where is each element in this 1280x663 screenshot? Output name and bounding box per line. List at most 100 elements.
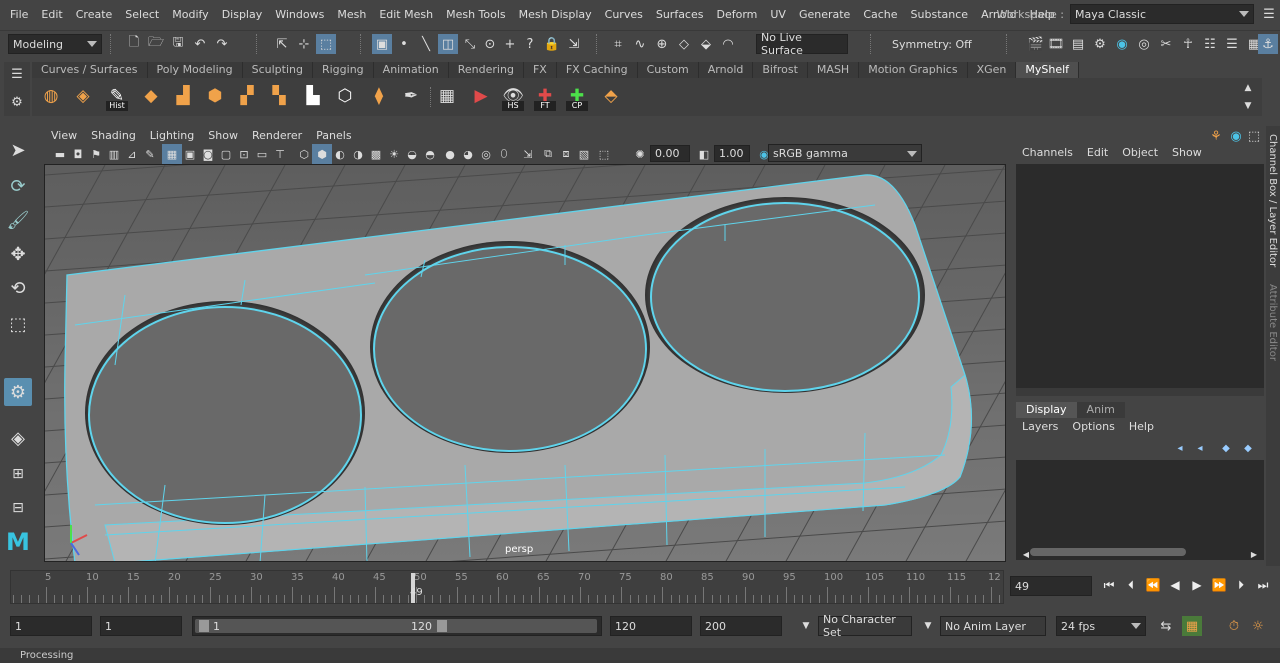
open-scene-icon[interactable]: 🗁	[146, 34, 166, 54]
workspace-menu-icon[interactable]: ☰	[1258, 4, 1280, 24]
render-view-icon[interactable]: ◎	[1134, 34, 1154, 54]
channel-box-menu-channels[interactable]: Channels	[1016, 146, 1081, 162]
new-layer-icon[interactable]: ◂	[1170, 438, 1190, 458]
safe-title-icon[interactable]: ⊤	[270, 144, 290, 164]
smooth-shade-icon[interactable]: ⬢	[312, 144, 332, 164]
film-gate-icon[interactable]: ▣	[180, 144, 200, 164]
anti-alias-icon[interactable]: ⧉	[538, 144, 558, 164]
snap-point-icon[interactable]: ⊕	[652, 34, 672, 54]
shelf-tab-rigging[interactable]: Rigging	[312, 62, 374, 78]
playback-preferences-icon[interactable]: ☼	[1248, 616, 1268, 636]
single-perspective-layout-icon[interactable]: ◈	[4, 424, 32, 452]
gate-mask-icon[interactable]: ▢	[216, 144, 236, 164]
fps-dropdown[interactable]: 24 fps	[1056, 616, 1146, 636]
shelf-bevel-icon[interactable]: ▙	[300, 82, 326, 110]
snap-grid-icon[interactable]: ⌗	[608, 34, 628, 54]
attribute-editor-icon[interactable]: ☷	[1200, 34, 1220, 54]
shelf-settings-icon[interactable]: ⚙	[7, 92, 27, 112]
gamma-icon[interactable]: ◧	[694, 144, 714, 164]
shelf-tab-arnold[interactable]: Arnold	[698, 62, 754, 78]
shelf-tab-fx[interactable]: FX	[523, 62, 557, 78]
lighting-icon[interactable]: ☀	[384, 144, 404, 164]
exposure-icon[interactable]: ✺	[630, 144, 650, 164]
perspective-viewport[interactable]: persp	[44, 164, 1006, 562]
character-set-field[interactable]: No Character Set	[818, 613, 912, 639]
channel-box-menu-object[interactable]: Object	[1116, 146, 1166, 162]
layer-menu-help[interactable]: Help	[1123, 420, 1162, 436]
workspace-dropdown[interactable]: Maya Classic	[1070, 4, 1254, 24]
step-forward-frame-icon[interactable]: ⏵	[1232, 576, 1250, 594]
ambient-occlusion-icon[interactable]: ◓	[420, 144, 440, 164]
gamma-field[interactable]: 1.00	[714, 145, 750, 162]
camera-select-icon[interactable]: ▬	[50, 144, 70, 164]
shelf-poly-sphere-icon[interactable]: ◍	[38, 82, 64, 110]
select-by-handle-icon[interactable]: ▣	[372, 34, 392, 54]
safe-action-icon[interactable]: ▭	[252, 144, 272, 164]
shelf-render-icon[interactable]: ▶	[468, 82, 494, 110]
play-forwards-icon[interactable]: ▶	[1188, 576, 1206, 594]
shelf-tab-rendering[interactable]: Rendering	[448, 62, 524, 78]
shelf-combine-icon[interactable]: ⬢	[202, 82, 228, 110]
four-view-layout-icon[interactable]: ⊞	[4, 460, 32, 488]
move-tool-icon[interactable]: ✥	[4, 240, 32, 268]
shelf-tab-custom[interactable]: Custom	[637, 62, 699, 78]
shelf-extrude-icon[interactable]: ⬡	[332, 82, 358, 110]
select-by-edge-icon[interactable]: ╲	[416, 34, 436, 54]
range-slider-end-handle[interactable]	[437, 620, 447, 632]
loop-icon[interactable]: ⇆	[1156, 616, 1176, 636]
step-forward-key-icon[interactable]: ⏩	[1210, 576, 1228, 594]
shelf-layers-icon[interactable]: ⧫	[366, 82, 392, 110]
wireframe-on-shaded-icon[interactable]: ◑	[348, 144, 368, 164]
field-chart-icon[interactable]: ⊡	[234, 144, 254, 164]
play-backwards-icon[interactable]: ◀	[1166, 576, 1184, 594]
menu-modify[interactable]: Modify	[166, 8, 215, 21]
shelf-uv-grid-icon[interactable]: ▦	[434, 82, 460, 110]
shelf-scroll-down-icon[interactable]: ▼	[1238, 96, 1258, 116]
menu-display[interactable]: Display	[216, 8, 270, 21]
rotate-tool-icon[interactable]: ⟲	[4, 274, 32, 302]
shadows-icon[interactable]: ◒	[402, 144, 422, 164]
mode-dropdown[interactable]: Modeling	[8, 34, 102, 54]
image-plane-icon[interactable]: ▥	[104, 144, 124, 164]
xray-components-icon[interactable]: ◎	[476, 144, 496, 164]
menu-file[interactable]: File	[4, 8, 35, 21]
animation-preferences-icon[interactable]: ⏱	[1224, 616, 1244, 636]
shelf-center-pivot-icon[interactable]: ◆	[138, 82, 164, 110]
select-tool-icon[interactable]: ➤	[4, 136, 32, 164]
menu-mesh[interactable]: Mesh	[331, 8, 373, 21]
shelf-boolean-icon[interactable]: ⬘	[598, 82, 624, 110]
2d-pan-zoom-icon[interactable]: ⊿	[122, 144, 142, 164]
isolate-icon[interactable]: ⬯	[494, 144, 514, 164]
shelf-poly-cube-icon[interactable]: ◈	[70, 82, 96, 110]
new-scene-icon[interactable]: 🗋	[124, 34, 144, 54]
textured-icon[interactable]: ▩	[366, 144, 386, 164]
shelf-tab-mash[interactable]: MASH	[807, 62, 860, 78]
channel-box-axis-icon[interactable]: ⚘	[1206, 126, 1226, 146]
channel-box-menu-edit[interactable]: Edit	[1081, 146, 1116, 162]
channel-box-tab[interactable]: Channel Box / Layer Editor	[1267, 134, 1278, 267]
panel-menu-view[interactable]: View	[44, 129, 84, 142]
panel-menu-lighting[interactable]: Lighting	[143, 129, 201, 142]
menu-mesh-display[interactable]: Mesh Display	[513, 8, 599, 21]
undo-icon[interactable]: ↶	[190, 34, 210, 54]
select-object-icon[interactable]: ⊹	[294, 34, 314, 54]
menu-mesh-tools[interactable]: Mesh Tools	[440, 8, 513, 21]
grid-icon[interactable]: ▦	[162, 144, 182, 164]
snap-curve-icon[interactable]: ∿	[630, 34, 650, 54]
lock-selection-icon[interactable]: 🔒	[542, 34, 562, 54]
menu-cache[interactable]: Cache	[857, 8, 904, 21]
render-settings-icon[interactable]: ⚙	[1090, 34, 1110, 54]
menu-deform[interactable]: Deform	[710, 8, 764, 21]
wireframe-icon[interactable]: ⬡	[294, 144, 314, 164]
render-current-icon[interactable]: 🎞	[1046, 34, 1066, 54]
menu-create[interactable]: Create	[70, 8, 120, 21]
channel-box-list[interactable]	[1016, 164, 1264, 388]
shelf-freeze-icon[interactable]: ▟	[170, 82, 196, 110]
shelf-tab-bifrost[interactable]: Bifrost	[753, 62, 808, 78]
two-view-layout-icon[interactable]: ⊟	[4, 494, 32, 522]
attribute-editor-tab[interactable]: Attribute Editor	[1267, 284, 1278, 361]
select-by-misc-icon[interactable]: ⊙	[480, 34, 500, 54]
xray-icon[interactable]: ●	[440, 144, 460, 164]
select-by-uv-icon[interactable]: ⤡	[460, 34, 480, 54]
shelf-tab-fx-caching[interactable]: FX Caching	[556, 62, 638, 78]
